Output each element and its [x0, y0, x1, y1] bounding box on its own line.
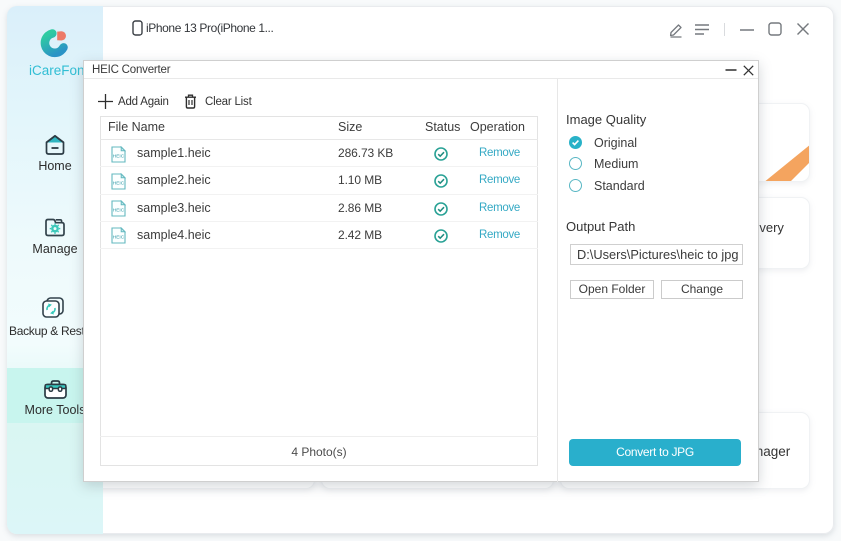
svg-text:HEIC: HEIC [113, 207, 125, 213]
svg-text:HEIC: HEIC [113, 153, 125, 159]
svg-text:HEIC: HEIC [113, 235, 125, 241]
svg-text:HEIC: HEIC [113, 180, 125, 186]
